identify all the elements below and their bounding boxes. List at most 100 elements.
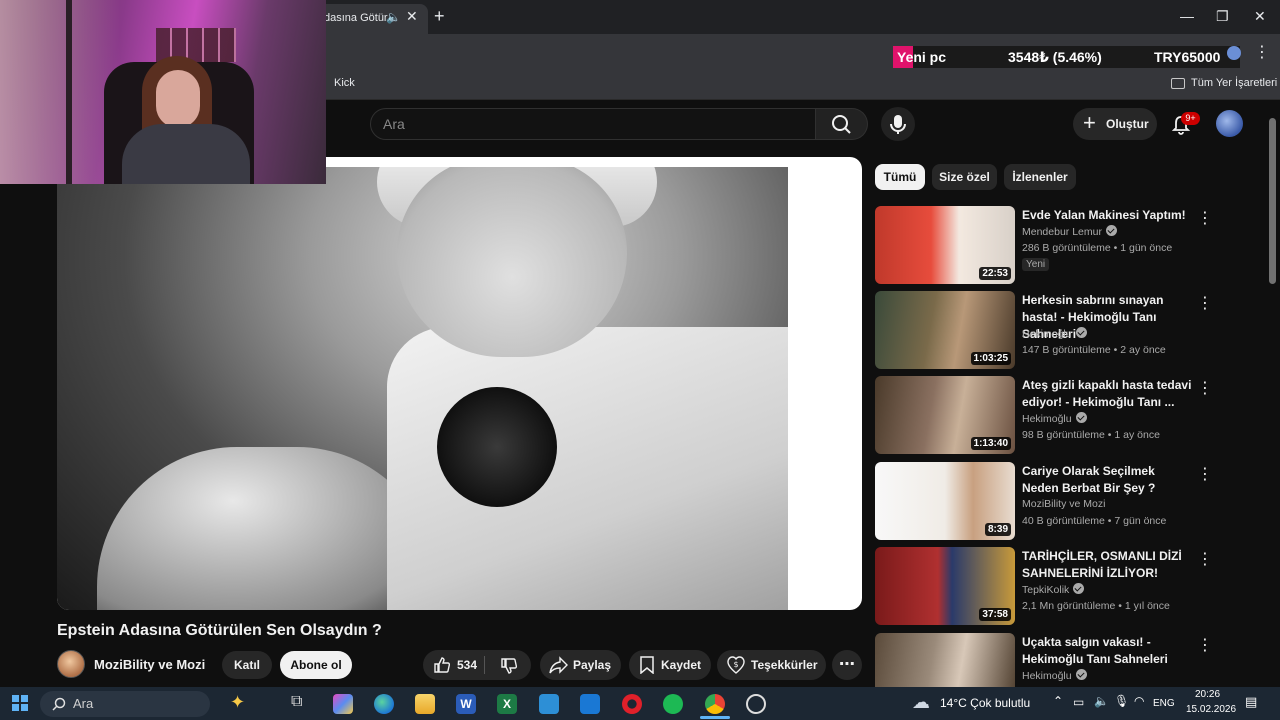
opera-icon[interactable]	[622, 694, 642, 714]
bookmark-icon	[640, 656, 654, 674]
kebab-menu-icon[interactable]: ⋮	[1197, 549, 1213, 569]
save-button[interactable]: Kaydet	[629, 650, 711, 680]
chrome-menu-icon[interactable]: ⋮	[1254, 42, 1270, 62]
like-dislike-separator	[484, 656, 485, 674]
search-button[interactable]	[816, 108, 868, 140]
file-explorer-icon[interactable]	[415, 694, 435, 714]
ticker-name: Yeni pc	[897, 49, 947, 65]
recommendation-item[interactable]: 8:39 Cariye Olarak Seçilmek Neden Berbat…	[875, 462, 1215, 542]
tab-title: dasına Götür	[324, 12, 388, 24]
create-button[interactable]: + Oluştur	[1073, 108, 1157, 140]
video-thumbnail[interactable]: 37:58	[875, 547, 1015, 625]
browser-tab[interactable]: dasına Götür 🔈 ✕	[312, 4, 428, 34]
kebab-menu-icon[interactable]: ⋮	[1197, 208, 1213, 228]
store-icon[interactable]	[580, 694, 600, 714]
kebab-menu-icon[interactable]: ⋮	[1197, 378, 1213, 398]
maximize-button[interactable]: ❐	[1216, 8, 1229, 25]
thumbs-up-icon[interactable]	[432, 655, 452, 675]
channel-label: Hekimoğlu	[1022, 413, 1072, 425]
recommendation-channel[interactable]: MoziBility ve Mozi	[1022, 498, 1105, 510]
recommendation-channel[interactable]: Hekimoğlu	[1022, 327, 1087, 340]
channel-avatar[interactable]	[57, 650, 85, 678]
recommendation-channel[interactable]: Hekimoğlu	[1022, 412, 1087, 425]
new-tab-button[interactable]: +	[434, 6, 445, 27]
close-tab-icon[interactable]: ✕	[406, 8, 418, 25]
task-view-icon[interactable]: ⧉	[291, 693, 302, 711]
excel-icon[interactable]: X	[497, 694, 517, 714]
video-thumbnail[interactable]: 1:03:25	[875, 291, 1015, 369]
recommendation-item[interactable]: 1:13:40 Ateş gizli kapaklı hasta tedavi …	[875, 376, 1215, 456]
kebab-menu-icon[interactable]: ⋮	[1197, 464, 1213, 484]
taskbar-search-placeholder: Ara	[73, 696, 94, 711]
chip-for-you[interactable]: Size özel	[932, 164, 997, 190]
copilot-icon[interactable]	[333, 694, 353, 714]
channel-name[interactable]: MoziBility ve Mozi	[94, 657, 205, 672]
video-thumbnail[interactable]	[875, 633, 1015, 687]
video-player[interactable]	[57, 157, 862, 610]
word-icon[interactable]: W	[456, 694, 476, 714]
recommendation-item[interactable]: Uçakta salgın vakası! - Hekimoğlu Tanı S…	[875, 633, 1215, 687]
thumbs-down-icon[interactable]	[499, 656, 519, 676]
speaker-icon[interactable]: 🔈	[386, 10, 401, 24]
subscribe-button[interactable]: Abone ol	[280, 651, 352, 679]
thanks-button[interactable]: $ Teşekkürler	[717, 650, 826, 680]
bookmark-kick[interactable]: Kick	[334, 77, 355, 89]
recommendation-meta: 286 B görüntüleme • 1 gün önce	[1022, 242, 1173, 254]
spotify-icon[interactable]	[663, 694, 683, 714]
search-input[interactable]: Ara	[370, 108, 816, 140]
recommendation-item[interactable]: 1:03:25 Herkesin sabrını sınayan hasta! …	[875, 291, 1215, 371]
notifications-center-icon[interactable]: ▤	[1245, 694, 1257, 710]
user-avatar[interactable]	[1216, 110, 1243, 137]
chevron-up-icon[interactable]: ⌃	[1053, 694, 1063, 708]
edge-icon[interactable]	[374, 694, 394, 714]
volume-icon[interactable]: 🔈	[1094, 694, 1109, 708]
more-actions-button[interactable]: ⋯	[832, 650, 862, 680]
recommendation-channel[interactable]: Mendebur Lemur	[1022, 225, 1117, 238]
more-horizontal-icon: ⋯	[839, 656, 855, 673]
video-thumbnail[interactable]: 22:53	[875, 206, 1015, 284]
wifi-icon[interactable]: ◠	[1134, 694, 1144, 708]
video-thumbnail[interactable]: 8:39	[875, 462, 1015, 540]
obs-icon[interactable]	[746, 694, 766, 714]
voice-search-button[interactable]	[881, 107, 915, 141]
all-bookmarks[interactable]: Tüm Yer İşaretleri	[1191, 77, 1277, 89]
kebab-menu-icon[interactable]: ⋮	[1197, 293, 1213, 313]
recommendation-item[interactable]: 22:53 Evde Yalan Makinesi Yaptım! Mendeb…	[875, 206, 1215, 286]
clock-time[interactable]: 20:26	[1195, 689, 1220, 700]
recommendation-title[interactable]: Ateş gizli kapaklı hasta tedavi ediyor! …	[1022, 377, 1192, 411]
save-label: Kaydet	[661, 658, 702, 672]
weather-label[interactable]: 14°C Çok bulutlu	[940, 696, 1030, 710]
chip-label: Size özel	[939, 170, 990, 184]
windows-start-icon[interactable]	[12, 695, 28, 711]
taskbar-search[interactable]: Ara ✦	[40, 691, 245, 717]
notification-badge: 9+	[1181, 112, 1200, 125]
microphone-tray-icon[interactable]: 🎙	[1114, 694, 1129, 708]
video-thumbnail[interactable]: 1:13:40	[875, 376, 1015, 454]
calculator-icon[interactable]	[539, 694, 559, 714]
chip-watched[interactable]: İzlenenler	[1004, 164, 1076, 190]
language-indicator[interactable]: ENG	[1153, 698, 1175, 709]
chip-all[interactable]: Tümü	[875, 164, 925, 190]
share-button[interactable]: Paylaş	[540, 650, 621, 680]
recommendation-channel[interactable]: Hekimoğlu	[1022, 669, 1087, 682]
recommendation-meta: 2,1 Mn görüntüleme • 1 yıl önce	[1022, 600, 1170, 612]
chrome-icon[interactable]	[705, 694, 725, 714]
recommendation-meta: 147 B görüntüleme • 2 ay önce	[1022, 344, 1166, 356]
minimize-button[interactable]: —	[1180, 8, 1194, 24]
close-window-button[interactable]: ✕	[1254, 8, 1266, 25]
recommendation-item[interactable]: 37:58 TARİHÇİLER, OSMANLI DİZİ SAHNELERİ…	[875, 547, 1215, 627]
battery-icon[interactable]: ▭	[1073, 695, 1084, 709]
verified-icon	[1075, 327, 1087, 338]
kebab-menu-icon[interactable]: ⋮	[1197, 635, 1213, 655]
thanks-label: Teşekkürler	[751, 658, 818, 672]
recommendation-channel[interactable]: TepkiKolik	[1022, 583, 1085, 596]
recommendation-title[interactable]: Uçakta salgın vakası! - Hekimoğlu Tanı S…	[1022, 634, 1192, 668]
recommendation-title[interactable]: TARİHÇİLER, OSMANLI DİZİ SAHNELERİNİ İZL…	[1022, 548, 1192, 582]
clock-date[interactable]: 15.02.2026	[1186, 704, 1236, 715]
scrollbar[interactable]	[1269, 118, 1276, 284]
webcam-overlay	[0, 0, 326, 184]
join-button[interactable]: Katıl	[222, 651, 272, 679]
recommendation-title[interactable]: Cariye Olarak Seçilmek Neden Berbat Bir …	[1022, 463, 1192, 497]
video-duration: 1:03:25	[970, 352, 1011, 365]
recommendation-title[interactable]: Evde Yalan Makinesi Yaptım!	[1022, 207, 1192, 224]
